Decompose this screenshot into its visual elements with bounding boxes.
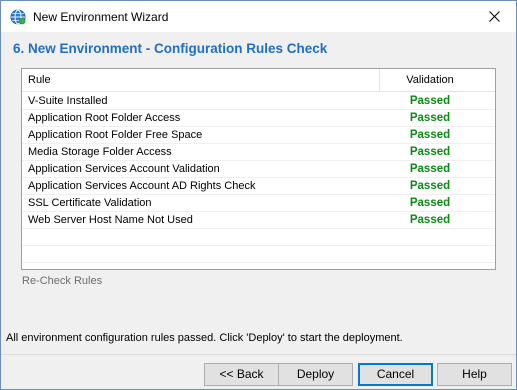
table-row[interactable]: Application Root Folder Free Space Passe… <box>22 127 495 144</box>
rule-cell: Application Services Account AD Rights C… <box>28 180 256 192</box>
close-icon <box>488 11 500 22</box>
table-row[interactable]: Application Services Account AD Rights C… <box>22 178 495 195</box>
validation-cell: Passed <box>409 129 451 141</box>
table-row[interactable]: Application Root Folder Access Passed <box>22 110 495 127</box>
table-row[interactable]: Media Storage Folder Access Passed <box>22 144 495 161</box>
window-title: New Environment Wizard <box>33 10 169 24</box>
page-title: 6. New Environment - Configuration Rules… <box>13 41 328 56</box>
validation-cell: Passed <box>409 180 451 192</box>
rule-cell: Media Storage Folder Access <box>28 146 172 158</box>
table-row[interactable]: Application Services Account Validation … <box>22 161 495 178</box>
empty-row <box>22 263 495 269</box>
back-button[interactable]: << Back <box>204 363 279 386</box>
close-button[interactable] <box>472 1 516 32</box>
deploy-button[interactable]: Deploy <box>278 363 353 386</box>
empty-row <box>22 246 495 263</box>
wizard-window: New Environment Wizard 6. New Environmen… <box>0 0 517 390</box>
grid-header: Rule Validation <box>22 69 495 92</box>
help-button[interactable]: Help <box>437 363 512 386</box>
validation-cell: Passed <box>409 197 451 209</box>
validation-cell: Passed <box>409 214 451 226</box>
table-row[interactable]: SSL Certificate Validation Passed <box>22 195 495 212</box>
column-header-rule[interactable]: Rule <box>28 74 51 86</box>
title-bar: New Environment Wizard <box>1 1 516 32</box>
cancel-button[interactable]: Cancel <box>358 363 433 386</box>
table-row[interactable]: V-Suite Installed Passed <box>22 93 495 110</box>
globe-icon <box>10 9 26 25</box>
validation-cell: Passed <box>409 163 451 175</box>
column-header-validation[interactable]: Validation <box>380 74 480 86</box>
recheck-rules-link[interactable]: Re-Check Rules <box>22 275 102 287</box>
status-message: All environment configuration rules pass… <box>6 332 403 344</box>
validation-cell: Passed <box>409 95 451 107</box>
validation-cell: Passed <box>409 146 451 158</box>
rule-cell: Web Server Host Name Not Used <box>28 214 193 226</box>
table-row[interactable]: Web Server Host Name Not Used Passed <box>22 212 495 229</box>
rule-cell: Application Root Folder Free Space <box>28 129 203 141</box>
grid-rows: V-Suite Installed Passed Application Roo… <box>22 93 495 269</box>
rule-cell: Application Services Account Validation <box>28 163 220 175</box>
rule-cell: SSL Certificate Validation <box>28 197 152 209</box>
rules-grid[interactable]: Rule Validation V-Suite Installed Passed… <box>21 68 496 270</box>
button-bar: << Back Deploy Cancel Help <box>1 354 516 389</box>
empty-row <box>22 229 495 246</box>
rule-cell: V-Suite Installed <box>28 95 108 107</box>
validation-cell: Passed <box>409 112 451 124</box>
rule-cell: Application Root Folder Access <box>28 112 181 124</box>
